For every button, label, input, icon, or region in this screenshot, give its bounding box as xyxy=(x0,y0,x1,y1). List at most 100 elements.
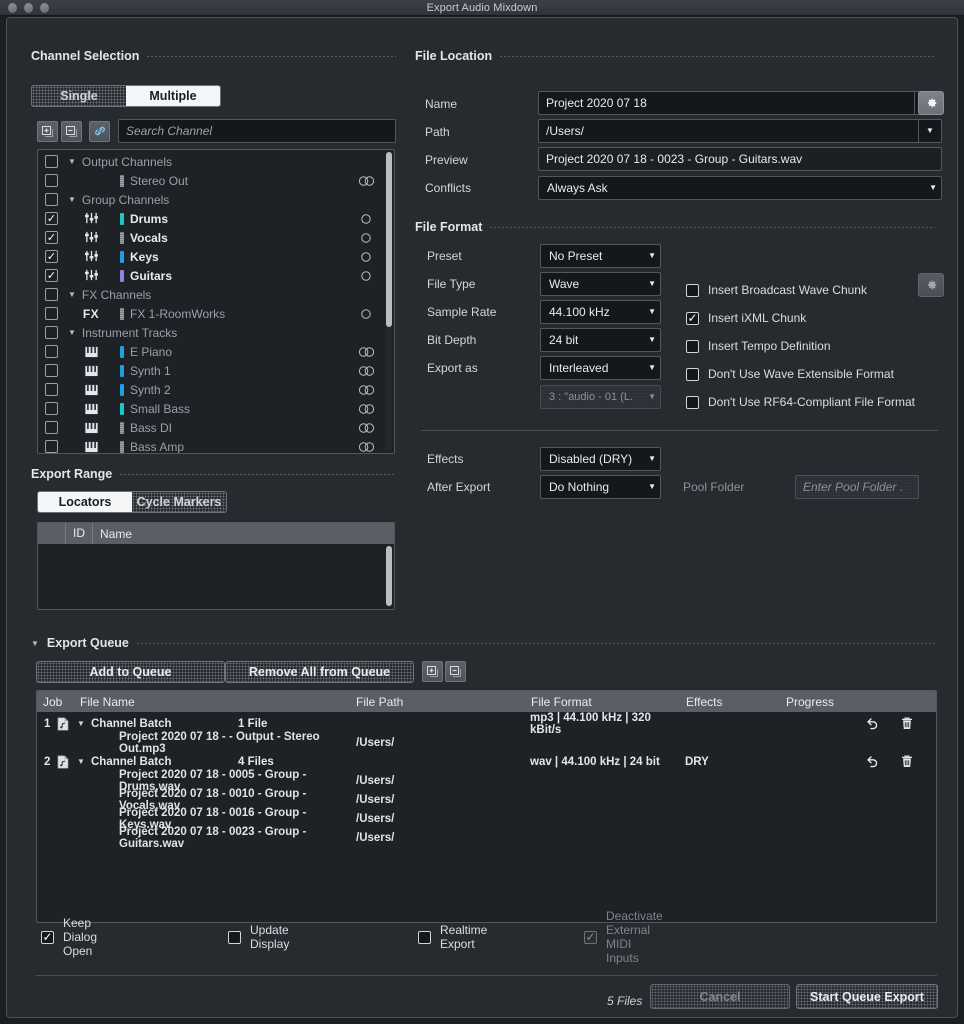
file-format-option[interactable]: Insert Tempo Definition xyxy=(686,332,915,360)
mono-routing-icon[interactable] xyxy=(360,308,372,320)
path-field-group[interactable]: /Users/ ▼ xyxy=(538,119,942,143)
preset-select[interactable]: No Preset ▼ xyxy=(540,244,661,268)
channel-checkbox[interactable] xyxy=(45,440,58,453)
job-delete-icon[interactable] xyxy=(900,754,914,769)
remove-all-from-queue-button[interactable]: Remove All from Queue xyxy=(225,661,414,683)
channel-checkbox[interactable] xyxy=(45,174,58,187)
export-queue-heading[interactable]: ▼ Export Queue xyxy=(31,636,935,650)
channel-group-row[interactable]: ▼Output Channels xyxy=(38,152,394,171)
export-as-select[interactable]: Interleaved ▼ xyxy=(540,356,661,380)
stereo-routing-icon[interactable] xyxy=(358,346,376,358)
export-range-tabs[interactable]: Locators Cycle Markers xyxy=(37,491,227,513)
stereo-routing-icon[interactable] xyxy=(358,365,376,377)
option-checkbox[interactable] xyxy=(686,284,699,297)
tab-cycle-markers[interactable]: Cycle Markers xyxy=(132,492,226,512)
name-settings-gear-icon[interactable] xyxy=(918,91,944,115)
channel-row[interactable]: Synth 1 xyxy=(38,361,394,380)
queue-file-row[interactable]: Project 2020 07 18 - - Output - Stereo O… xyxy=(37,733,936,752)
column-file-path[interactable]: File Path xyxy=(356,695,531,709)
job-reset-icon[interactable] xyxy=(865,716,880,731)
footer-option[interactable]: Keep Dialog Open xyxy=(41,916,97,958)
job-delete-icon[interactable] xyxy=(900,716,914,731)
channel-checkbox[interactable] xyxy=(45,307,58,320)
queue-collapse-all-icon[interactable] xyxy=(445,661,466,682)
column-progress[interactable]: Progress xyxy=(786,695,936,709)
tab-locators[interactable]: Locators xyxy=(38,492,132,512)
footer-option[interactable]: Realtime Export xyxy=(418,923,487,951)
column-file-name[interactable]: File Name xyxy=(80,695,356,709)
effects-select[interactable]: Disabled (DRY) ▼ xyxy=(540,447,661,471)
link-icon[interactable] xyxy=(89,121,110,142)
channel-checkbox[interactable] xyxy=(45,383,58,396)
disclosure-triangle-icon[interactable]: ▼ xyxy=(68,328,76,337)
path-input[interactable]: /Users/ xyxy=(538,119,918,143)
column-job[interactable]: Job xyxy=(37,695,80,709)
option-checkbox[interactable] xyxy=(686,396,699,409)
start-queue-export-button[interactable]: Start Queue Export xyxy=(796,984,938,1009)
channel-row[interactable]: Bass DI xyxy=(38,418,394,437)
column-name[interactable]: Name xyxy=(93,527,394,541)
channel-row[interactable]: ✓Keys xyxy=(38,247,394,266)
column-file-format[interactable]: File Format xyxy=(531,695,686,709)
disclosure-triangle-icon[interactable]: ▼ xyxy=(31,639,39,648)
export-queue-table[interactable]: Job File Name File Path File Format Effe… xyxy=(36,690,937,923)
footer-option[interactable]: Update Display xyxy=(228,923,289,951)
channel-row[interactable]: Stereo Out xyxy=(38,171,394,190)
channel-row[interactable]: ✓Drums xyxy=(38,209,394,228)
export-range-table[interactable]: ID Name xyxy=(37,522,395,610)
path-dropdown-button[interactable]: ▼ xyxy=(918,119,942,143)
file-type-select[interactable]: Wave ▼ xyxy=(540,272,661,296)
channel-list[interactable]: ▼Output ChannelsStereo Out▼Group Channel… xyxy=(37,149,395,454)
export-range-scrollbar-thumb[interactable] xyxy=(386,546,392,606)
column-id[interactable]: ID xyxy=(66,523,93,544)
bit-depth-select[interactable]: 24 bit ▼ xyxy=(540,328,661,352)
mono-routing-icon[interactable] xyxy=(360,270,372,282)
mono-routing-icon[interactable] xyxy=(360,232,372,244)
column-effects[interactable]: Effects xyxy=(686,695,786,709)
channel-checkbox[interactable] xyxy=(45,193,58,206)
channel-group-row[interactable]: ▼Instrument Tracks xyxy=(38,323,394,342)
file-format-option[interactable]: Insert Broadcast Wave Chunk xyxy=(686,276,915,304)
disclosure-triangle-icon[interactable]: ▼ xyxy=(77,757,91,766)
queue-expand-all-icon[interactable] xyxy=(422,661,443,682)
mono-routing-icon[interactable] xyxy=(360,213,372,225)
channel-row[interactable]: ✓Guitars xyxy=(38,266,394,285)
channel-checkbox[interactable]: ✓ xyxy=(45,269,58,282)
channel-row[interactable]: Bass Amp xyxy=(38,437,394,454)
file-format-option[interactable]: Don't Use RF64-Compliant File Format xyxy=(686,388,915,416)
channel-group-row[interactable]: ▼Group Channels xyxy=(38,190,394,209)
queue-file-row[interactable]: Project 2020 07 18 - 0023 - Group - Guit… xyxy=(37,828,936,847)
channel-mode-toggle[interactable]: Single Multiple xyxy=(31,85,221,107)
disclosure-triangle-icon[interactable]: ▼ xyxy=(77,719,91,728)
broadcast-wave-settings-gear-icon[interactable] xyxy=(918,273,944,297)
channel-checkbox[interactable] xyxy=(45,326,58,339)
channel-checkbox[interactable] xyxy=(45,364,58,377)
channel-checkbox[interactable]: ✓ xyxy=(45,212,58,225)
file-format-option[interactable]: Insert iXML Chunk xyxy=(686,304,915,332)
expand-all-icon[interactable] xyxy=(37,121,58,142)
conflicts-select[interactable]: Always Ask ▼ xyxy=(538,176,942,200)
stereo-routing-icon[interactable] xyxy=(358,422,376,434)
channel-group-row[interactable]: ▼FX Channels xyxy=(38,285,394,304)
mono-routing-icon[interactable] xyxy=(360,251,372,263)
add-to-queue-button[interactable]: Add to Queue xyxy=(36,661,225,683)
option-checkbox[interactable] xyxy=(418,931,431,944)
name-input[interactable]: Project 2020 07 18 xyxy=(538,91,914,115)
queue-job-row[interactable]: 2▼Channel Batch4 Fileswav | 44.100 kHz |… xyxy=(37,752,936,771)
stereo-routing-icon[interactable] xyxy=(358,384,376,396)
option-checkbox[interactable] xyxy=(228,931,241,944)
after-export-select[interactable]: Do Nothing ▼ xyxy=(540,475,661,499)
channel-row[interactable]: Small Bass xyxy=(38,399,394,418)
channel-checkbox[interactable]: ✓ xyxy=(45,250,58,263)
channel-checkbox[interactable] xyxy=(45,155,58,168)
option-checkbox[interactable] xyxy=(686,368,699,381)
stereo-routing-icon[interactable] xyxy=(358,403,376,415)
channel-mode-multiple[interactable]: Multiple xyxy=(126,86,220,106)
disclosure-triangle-icon[interactable]: ▼ xyxy=(68,195,76,204)
channel-mode-single[interactable]: Single xyxy=(32,86,126,106)
disclosure-triangle-icon[interactable]: ▼ xyxy=(68,290,76,299)
name-field-group[interactable]: Project 2020 07 18 ▼ xyxy=(538,91,938,115)
channel-row[interactable]: FXFX 1-RoomWorks xyxy=(38,304,394,323)
channel-checkbox[interactable] xyxy=(45,345,58,358)
file-format-option[interactable]: Don't Use Wave Extensible Format xyxy=(686,360,915,388)
